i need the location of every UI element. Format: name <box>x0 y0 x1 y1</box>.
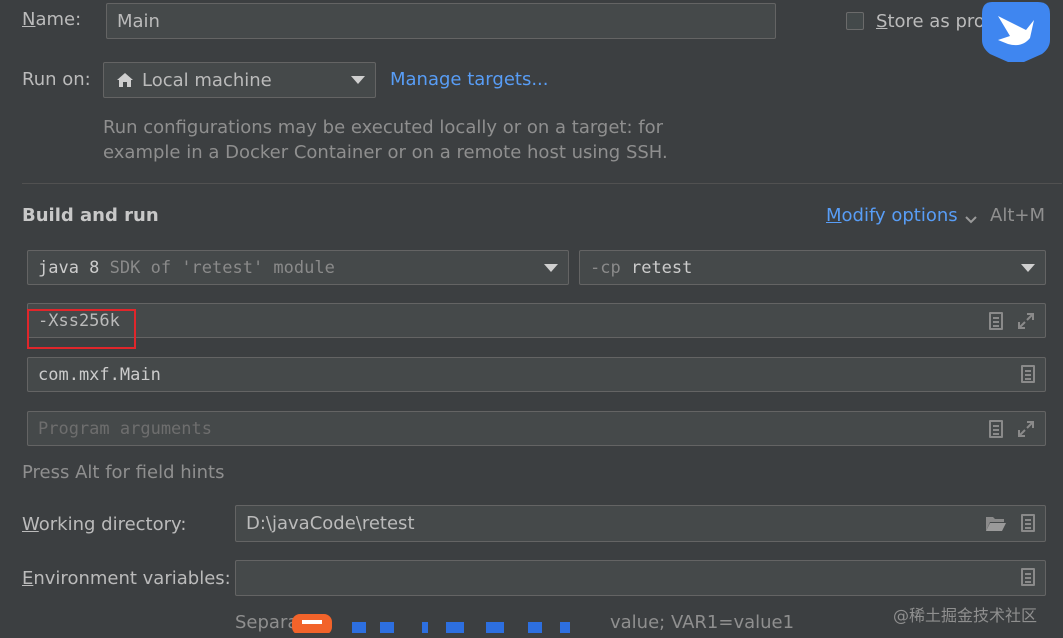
store-as-project-label: Store as pro <box>876 11 985 32</box>
modify-options-shortcut: Alt+M <box>990 205 1045 226</box>
run-on-select[interactable]: Local machine <box>103 62 376 98</box>
build-and-run-title: Build and run <box>22 205 159 226</box>
document-icon[interactable] <box>989 312 1003 330</box>
document-icon[interactable] <box>989 420 1003 438</box>
name-label: Name: <box>22 9 82 30</box>
overlay-app-logo <box>978 0 1053 62</box>
vm-options-input[interactable]: -Xss256k <box>27 303 1046 338</box>
chevron-down-icon <box>544 264 558 272</box>
watermark: @稀土掘金技术社区 <box>893 606 1038 625</box>
overlay-toolbar <box>290 612 600 635</box>
document-icon[interactable] <box>1021 568 1035 586</box>
run-on-label: Run on: <box>22 69 91 90</box>
jre-hint: SDK of 'retest' module <box>109 257 335 278</box>
store-as-project-checkbox[interactable] <box>846 12 864 30</box>
environment-variables-input[interactable] <box>235 560 1046 596</box>
chevron-down-icon <box>1021 264 1035 272</box>
manage-targets-link[interactable]: Manage targets... <box>390 69 549 90</box>
jre-value: java 8 <box>38 257 100 278</box>
name-input[interactable]: Main <box>106 3 776 39</box>
highlight-box <box>27 309 136 349</box>
classpath-prefix: -cp <box>590 257 621 278</box>
document-icon[interactable] <box>1021 514 1035 532</box>
run-on-description-1: Run configurations may be executed local… <box>103 117 664 138</box>
run-on-description-2: example in a Docker Container or on a re… <box>103 142 668 163</box>
chevron-down-icon <box>965 209 977 230</box>
working-directory-label: Working directory: <box>22 514 187 535</box>
main-class-input[interactable]: com.mxf.Main <box>27 357 1046 392</box>
modify-options-link[interactable]: Modify options <box>826 205 958 226</box>
section-divider <box>22 183 1062 184</box>
env-hint-end: value; VAR1=value1 <box>610 612 795 633</box>
classpath-value: retest <box>630 257 693 278</box>
program-arguments-input[interactable]: Program arguments <box>27 411 1046 446</box>
field-hints-text: Press Alt for field hints <box>22 462 225 483</box>
environment-variables-label: Environment variables: <box>22 568 231 589</box>
expand-icon[interactable] <box>1017 420 1035 438</box>
working-directory-input[interactable]: D:\javaCode\retest <box>235 505 1046 542</box>
chevron-down-icon <box>351 76 365 84</box>
run-on-value: Local machine <box>142 69 272 91</box>
home-icon <box>116 72 134 88</box>
classpath-select[interactable]: -cp retest <box>579 250 1046 285</box>
expand-icon[interactable] <box>1017 312 1035 330</box>
jre-select[interactable]: java 8 SDK of 'retest' module <box>27 250 569 285</box>
folder-icon[interactable] <box>985 514 1007 537</box>
document-icon[interactable] <box>1021 365 1035 383</box>
